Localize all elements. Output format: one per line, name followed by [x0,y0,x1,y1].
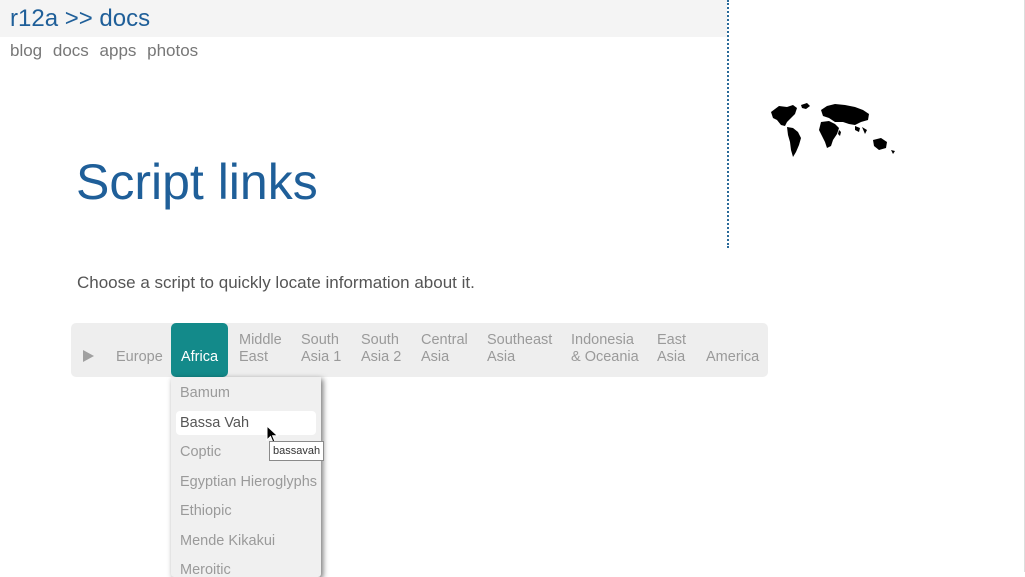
nav-link-docs[interactable]: docs [53,41,89,60]
page-title: Script links [76,154,318,210]
script-item-bassa-vah[interactable]: Bassa Vah [176,411,316,435]
tab-europe[interactable]: Europe [116,323,163,377]
script-item-meroitic[interactable]: Meroitic [176,558,316,577]
tab-southeast-asia[interactable]: Southeast Asia [487,323,552,377]
tab-middle-east[interactable]: Middle East [239,323,282,377]
play-arrow-icon[interactable] [83,350,94,362]
nav-link-apps[interactable]: apps [100,41,137,60]
tab-america[interactable]: America [706,323,759,377]
tab-east-asia[interactable]: East Asia [657,323,686,377]
tab-south-asia-2[interactable]: South Asia 2 [361,323,401,377]
tooltip: bassavah [269,441,325,461]
script-item-mende-kikakui[interactable]: Mende Kikakui [176,529,316,553]
africa-script-dropdown: Bamum Bassa Vah Coptic Egyptian Hierogly… [171,377,321,577]
script-item-ethiopic[interactable]: Ethiopic [176,499,316,523]
breadcrumb[interactable]: r12a >> docs [10,4,150,34]
nav-link-blog[interactable]: blog [10,41,42,60]
tab-africa[interactable]: Africa [171,323,228,377]
tab-central-asia[interactable]: Central Asia [421,323,468,377]
intro-text: Choose a script to quickly locate inform… [77,273,475,292]
header-divider [727,0,729,248]
script-item-bamum[interactable]: Bamum [176,381,316,405]
nav-link-photos[interactable]: photos [147,41,198,60]
tab-south-asia-1[interactable]: South Asia 1 [301,323,341,377]
tab-indonesia-oceania[interactable]: Indonesia & Oceania [571,323,639,377]
region-tab-bar: Europe Africa Middle East South Asia 1 Sou… [71,323,768,377]
world-map-icon [771,103,895,157]
script-item-egyptian-hieroglyphs[interactable]: Egyptian Hieroglyphs [176,470,317,494]
top-nav: blog docs apps photos [10,40,204,62]
